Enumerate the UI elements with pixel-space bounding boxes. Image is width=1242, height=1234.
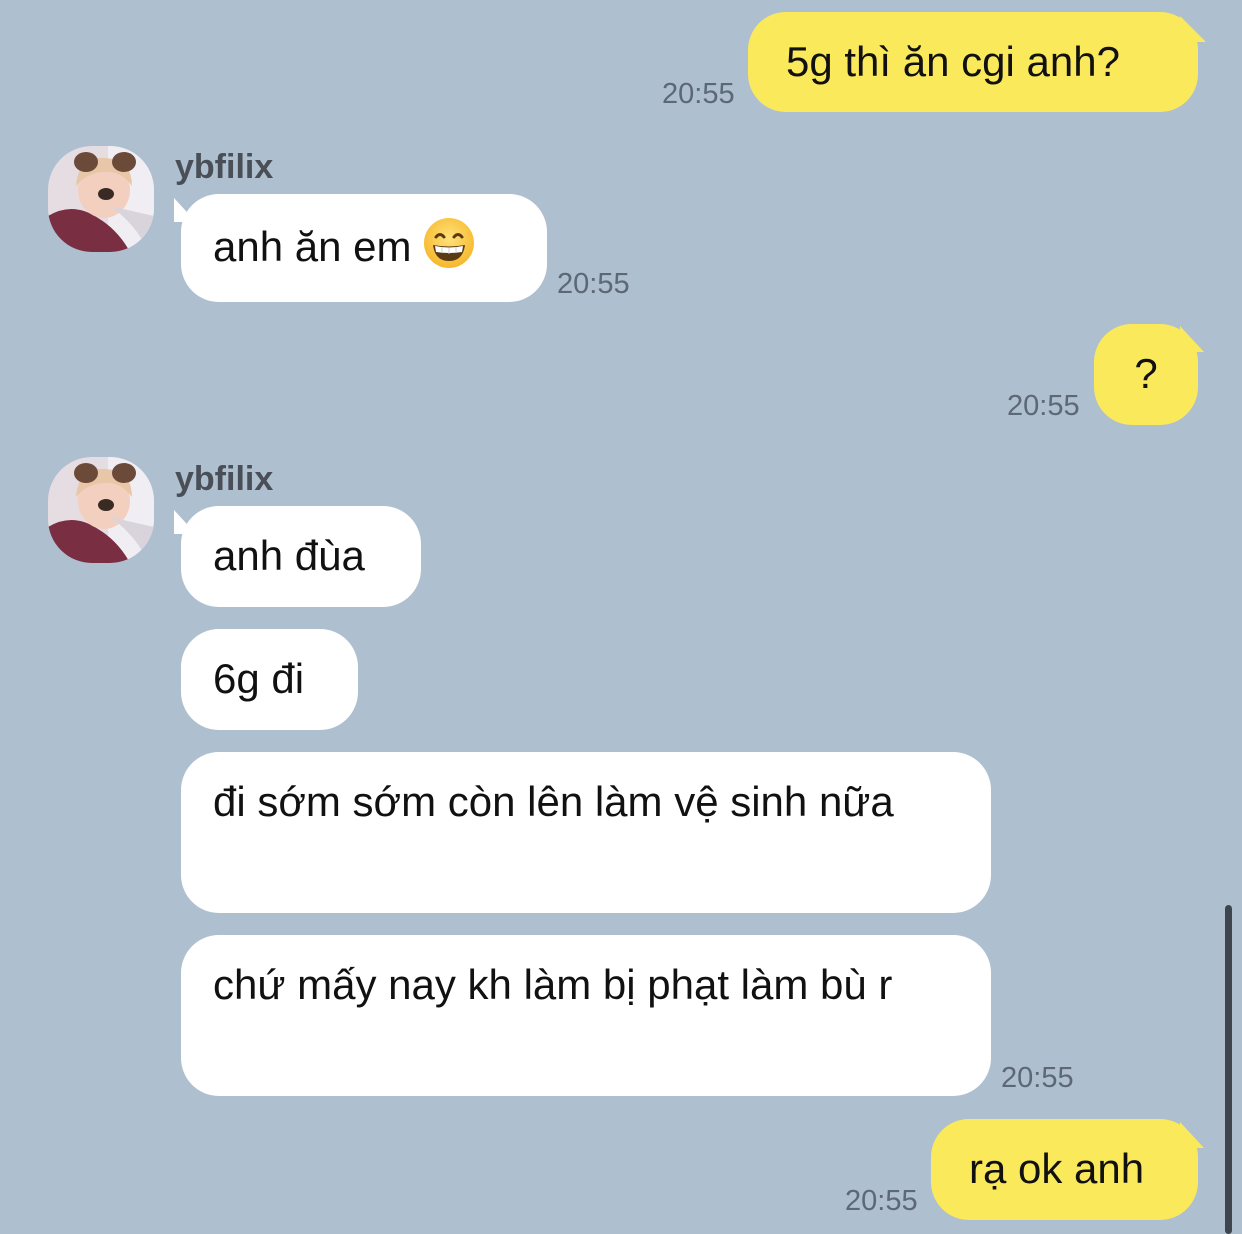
message-text: chứ mấy nay kh làm bị phạt làm bù r — [213, 961, 893, 1008]
outgoing-message[interactable]: ? — [1094, 324, 1198, 425]
message-timestamp: 20:55 — [1007, 390, 1080, 422]
message-text: anh đùa — [213, 532, 365, 579]
avatar[interactable] — [48, 457, 154, 563]
message-text: rạ ok anh — [969, 1145, 1145, 1192]
incoming-message[interactable]: anh ăn em — [181, 194, 547, 302]
message-timestamp: 20:55 — [1001, 1062, 1074, 1094]
message-timestamp: 20:55 — [662, 78, 735, 110]
message-text: 6g đi — [213, 655, 305, 702]
sender-name: ybfilix — [175, 148, 274, 186]
incoming-message[interactable]: đi sớm sớm còn lên làm vệ sinh nữa — [181, 752, 991, 913]
avatar[interactable] — [48, 146, 154, 252]
message-timestamp: 20:55 — [845, 1185, 918, 1217]
incoming-message[interactable]: 6g đi — [181, 629, 358, 730]
sender-name: ybfilix — [175, 460, 274, 498]
message-text: đi sớm sớm còn lên làm vệ sinh nữa — [213, 778, 894, 825]
outgoing-message[interactable]: 5g thì ăn cgi anh? — [748, 12, 1198, 112]
message-timestamp: 20:55 — [557, 268, 630, 300]
incoming-message[interactable]: chứ mấy nay kh làm bị phạt làm bù r — [181, 935, 991, 1096]
outgoing-message[interactable]: rạ ok anh — [931, 1119, 1198, 1220]
message-text: anh ăn em — [213, 223, 412, 270]
message-text: 5g thì ăn cgi anh? — [786, 38, 1120, 85]
message-text: ? — [1134, 350, 1158, 397]
scrollbar[interactable] — [1225, 905, 1232, 1234]
grinning-face-icon — [423, 217, 475, 286]
incoming-message[interactable]: anh đùa — [181, 506, 421, 607]
